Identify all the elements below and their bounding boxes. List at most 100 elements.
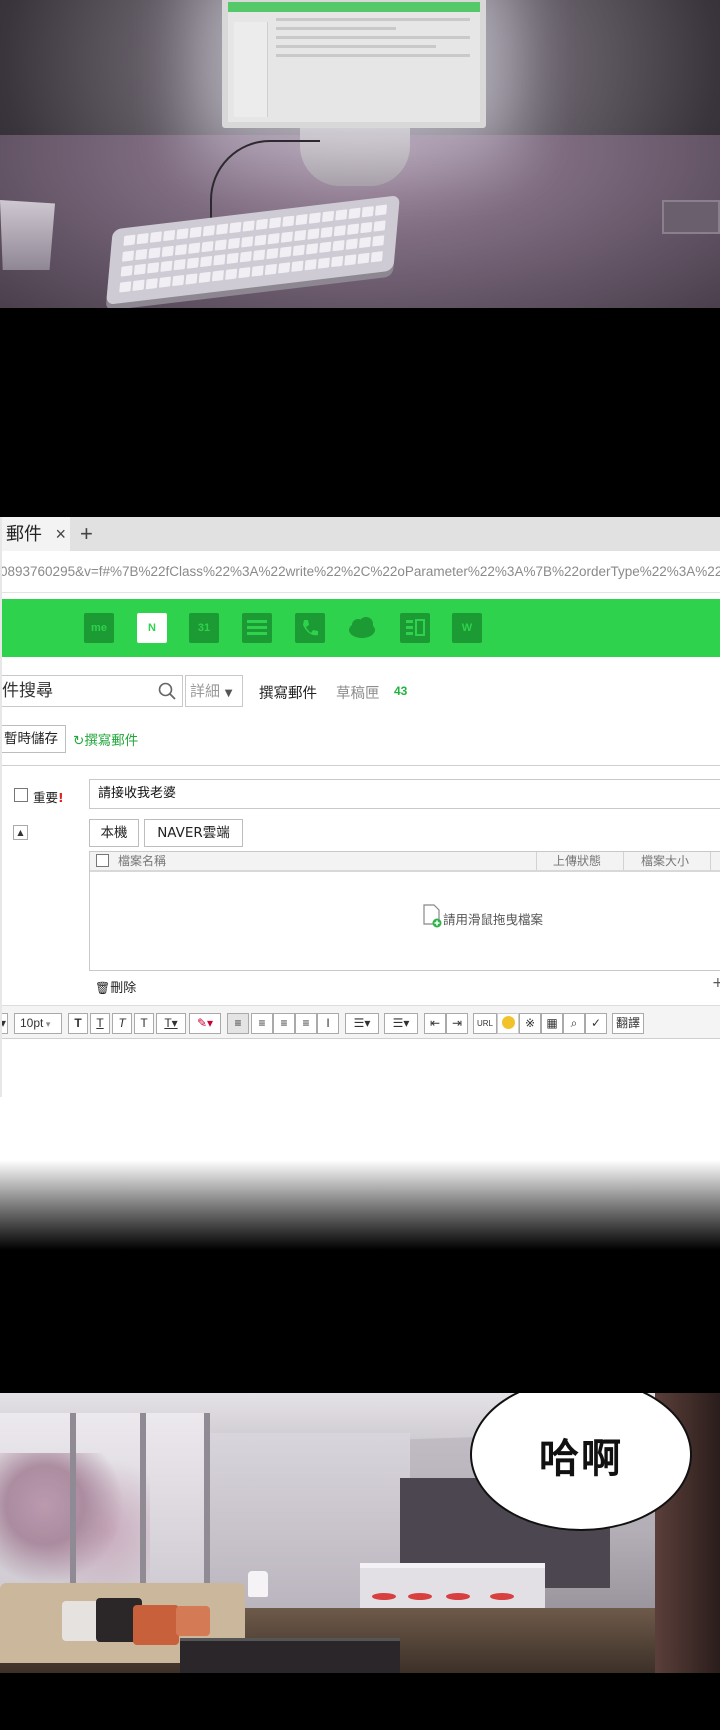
keyboard-key xyxy=(158,276,172,288)
bullet-list-button[interactable]: ☰▾ xyxy=(384,1013,418,1034)
add-file-icon xyxy=(423,904,442,928)
keyboard-key xyxy=(361,206,374,218)
url-button[interactable]: URL xyxy=(473,1013,497,1034)
monitor-screen-sidebar xyxy=(234,22,268,117)
align-center-button[interactable]: ≡ xyxy=(251,1013,273,1034)
indent-button[interactable]: ⇥ xyxy=(446,1013,468,1034)
font-color-button[interactable]: T▾ xyxy=(156,1013,186,1034)
important-checkbox[interactable] xyxy=(14,788,28,802)
highlight-button[interactable]: ✎▾ xyxy=(189,1013,221,1034)
subject-field[interactable]: 請接收我老婆 xyxy=(89,779,720,809)
add-icon[interactable]: + xyxy=(712,975,720,991)
keyboard-key xyxy=(348,207,361,219)
search-input[interactable] xyxy=(0,676,150,706)
desk-scene-panel xyxy=(0,0,720,308)
keyboard-key xyxy=(269,217,282,229)
keyboard-key xyxy=(294,229,307,241)
keyboard-key xyxy=(135,248,148,260)
spellcheck-button[interactable]: ✓ xyxy=(585,1013,607,1034)
keyboard-key xyxy=(370,250,383,262)
line-height-button[interactable]: I xyxy=(317,1013,339,1034)
browser-tab-mail[interactable]: 郵件 × xyxy=(0,517,70,551)
pen-cup xyxy=(0,200,55,270)
keyboard-key xyxy=(307,227,320,240)
attachment-list-header: 檔案名稱 上傳狀態 檔案大小 xyxy=(90,852,720,872)
delete-label: 刪除 xyxy=(110,981,137,996)
important-mark: ! xyxy=(58,790,64,805)
detail-search-label: 詳細 xyxy=(190,682,221,700)
bar-stool xyxy=(446,1593,470,1600)
numbered-list-button[interactable]: ☰▾ xyxy=(345,1013,379,1034)
strike-button[interactable]: T xyxy=(134,1013,154,1034)
keyboard-key xyxy=(357,252,370,264)
keyboard-key xyxy=(344,253,357,266)
service-navbar: me N 31 W xyxy=(0,599,720,657)
cloud-icon[interactable] xyxy=(347,613,377,643)
italic-button[interactable]: T xyxy=(112,1013,132,1034)
font-size-value: 10pt xyxy=(20,1016,44,1030)
mail-body-editor[interactable] xyxy=(0,1040,720,1097)
phone-icon[interactable] xyxy=(295,613,325,643)
new-tab-button[interactable]: + xyxy=(80,517,93,551)
keyboard-key xyxy=(145,277,158,289)
emoticon-icon[interactable] xyxy=(497,1013,519,1034)
detail-search-button[interactable]: 詳細 ▼ xyxy=(185,675,243,707)
keyboard-key xyxy=(119,280,132,293)
column-file-name: 檔案名稱 xyxy=(118,854,167,868)
keyboard-key xyxy=(242,220,255,232)
keyboard-key xyxy=(186,257,199,269)
align-left-button[interactable]: ≡ xyxy=(227,1013,249,1034)
compose-mail-link[interactable]: 撰寫郵件 xyxy=(259,682,317,703)
mail-compose-panel: 郵件 × + 0893760295&v=f#%7B%22fClass%22%3A… xyxy=(0,517,720,1097)
keyboard-key xyxy=(226,252,239,264)
keyboard-key xyxy=(229,221,242,234)
column-file-size: 檔案大小 xyxy=(641,854,690,868)
attachment-list[interactable]: 檔案名稱 上傳狀態 檔案大小 請用滑鼠拖曳檔案 xyxy=(89,851,720,971)
special-char-button[interactable]: ※ xyxy=(519,1013,541,1034)
select-all-checkbox[interactable] xyxy=(96,854,109,867)
list-icon[interactable] xyxy=(242,613,272,643)
home-icon[interactable]: W xyxy=(452,613,482,643)
memo-icon[interactable] xyxy=(400,613,430,643)
keyboard-key xyxy=(255,218,268,231)
outdent-button[interactable]: ⇤ xyxy=(424,1013,446,1034)
keyboard-key xyxy=(225,268,238,280)
mail-icon[interactable]: N xyxy=(137,613,167,643)
me-icon[interactable]: me xyxy=(84,613,114,643)
rewrite-mail-label: 撰寫郵件 xyxy=(84,733,139,749)
drafts-link[interactable]: 草稿匣 xyxy=(336,682,380,703)
tab-title: 郵件 xyxy=(6,524,42,544)
align-justify-button[interactable]: ≡ xyxy=(295,1013,317,1034)
search-icon[interactable] xyxy=(158,682,176,700)
table-button[interactable]: ▦ xyxy=(541,1013,563,1034)
translate-button[interactable]: 翻譯 xyxy=(612,1013,644,1034)
tab-close-icon[interactable]: × xyxy=(55,517,66,551)
keyboard-key xyxy=(372,235,385,247)
keyboard-key xyxy=(308,212,321,224)
keyboard-key xyxy=(176,228,189,240)
keyboard-key xyxy=(161,245,174,257)
keyboard-key xyxy=(280,230,293,243)
bold-button[interactable]: T xyxy=(68,1013,88,1034)
underline-button[interactable]: T xyxy=(90,1013,110,1034)
keyboard-key xyxy=(173,259,186,271)
keyboard-key xyxy=(136,233,149,245)
save-draft-button[interactable]: 暫時儲存 xyxy=(0,725,66,753)
find-icon[interactable]: ⌕ xyxy=(563,1013,585,1034)
keyboard-key xyxy=(185,272,198,285)
keyboard-key xyxy=(160,260,173,272)
rewrite-mail-link[interactable]: ↻撰寫郵件 xyxy=(73,729,138,749)
panel-fade xyxy=(0,1160,720,1250)
editor-toolbar: ▾ 10pt ▾ T T T T T▾ ✎▾ ≡ ≡ ≡ ≡ I ☰▾ ☰▾ ⇤… xyxy=(0,1005,720,1039)
address-bar[interactable]: 0893760295&v=f#%7B%22fClass%22%3A%22writ… xyxy=(0,551,720,593)
keyboard-key xyxy=(317,256,330,269)
keyboard-key xyxy=(347,223,360,235)
delete-attachment-button[interactable]: 🗑刪除 xyxy=(95,977,136,996)
calendar-icon[interactable]: 31 xyxy=(189,613,219,643)
collapse-toggle-icon[interactable]: ▲ xyxy=(13,825,28,840)
attach-cloud-button[interactable]: NAVER雲端 xyxy=(144,819,243,847)
align-right-button[interactable]: ≡ xyxy=(273,1013,295,1034)
font-size-select[interactable]: 10pt ▾ xyxy=(14,1013,62,1034)
attach-local-button[interactable]: 本機 xyxy=(89,819,139,847)
keyboard-key xyxy=(333,224,346,236)
